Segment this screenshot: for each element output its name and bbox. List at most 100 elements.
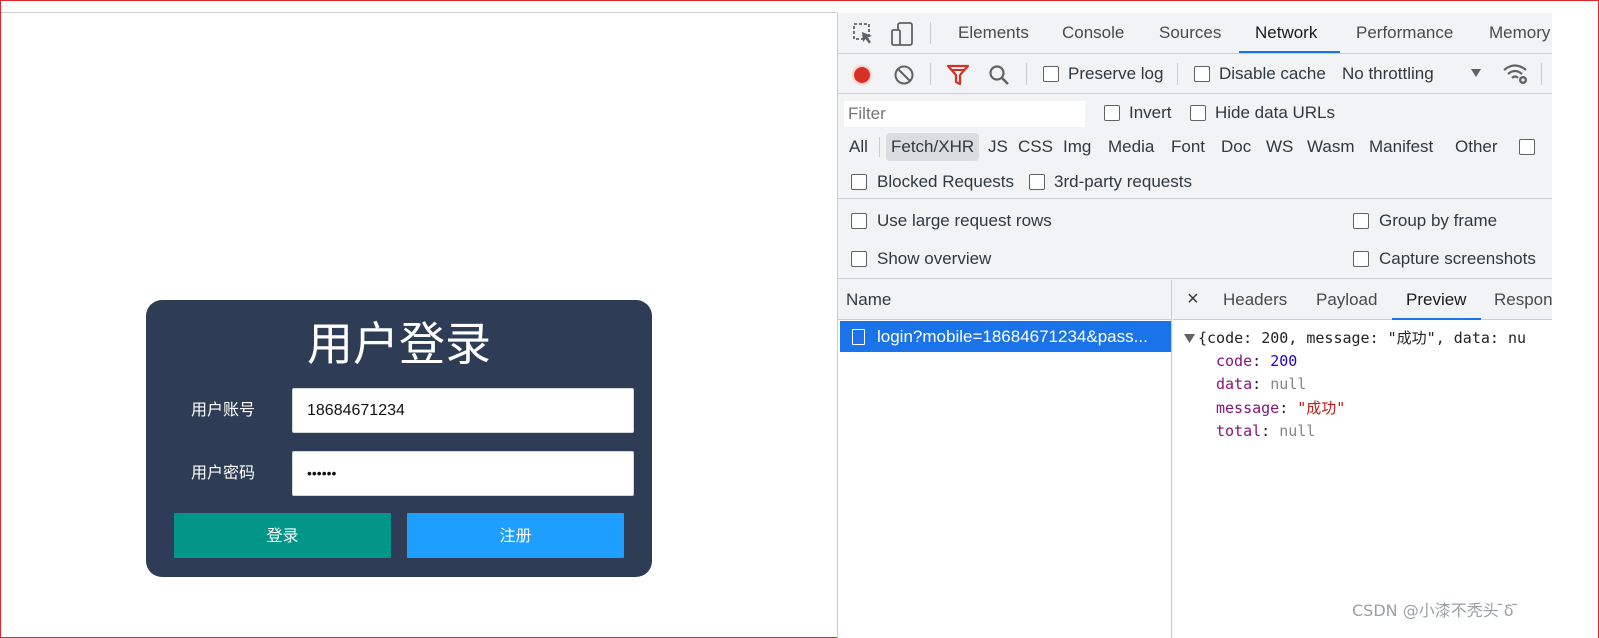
throttling-select[interactable]: No throttling — [1342, 64, 1434, 84]
json-field-data: data: null — [1216, 375, 1307, 393]
type-js[interactable]: JS — [988, 133, 1008, 161]
tab-performance[interactable]: Performance — [1356, 13, 1453, 53]
detail-active-tab-indicator — [1392, 318, 1481, 320]
network-settings: Use large request rows Group by frame Sh… — [838, 200, 1552, 279]
json-key: message — [1216, 399, 1280, 417]
type-all[interactable]: All — [849, 133, 868, 161]
type-font[interactable]: Font — [1171, 133, 1205, 161]
clear-icon[interactable] — [893, 64, 915, 86]
json-key: data — [1216, 375, 1253, 393]
document-icon — [852, 329, 865, 345]
type-fetch-xhr[interactable]: Fetch/XHR — [886, 133, 980, 161]
json-key: code — [1216, 352, 1253, 370]
tabbar-separator — [930, 22, 931, 44]
network-toolbar: Preserve log Disable cache No throttling — [838, 54, 1552, 94]
type-wasm[interactable]: Wasm — [1307, 133, 1355, 161]
group-by-frame-checkbox[interactable] — [1353, 213, 1369, 229]
toolbar-separator-2 — [1026, 63, 1027, 85]
preserve-log-checkbox[interactable] — [1043, 66, 1059, 82]
filter-input[interactable] — [844, 101, 1085, 127]
tab-network[interactable]: Network — [1255, 13, 1317, 53]
capture-screenshots-label: Capture screenshots — [1379, 249, 1536, 268]
detail-tab-payload[interactable]: Payload — [1316, 280, 1377, 320]
type-css[interactable]: CSS — [1018, 133, 1053, 161]
type-other[interactable]: Other — [1455, 133, 1498, 161]
login-card: 用户登录 用户账号 18684671234 用户密码 •••••• 登录 注册 — [146, 300, 652, 577]
json-field-code: code: 200 — [1216, 352, 1298, 370]
network-conditions-icon[interactable] — [1502, 62, 1530, 86]
json-field-message: message: "成功" — [1216, 399, 1346, 417]
type-separator — [879, 137, 880, 157]
request-name: login?mobile=18684671234&pass... — [877, 327, 1148, 346]
filter-row: Invert Hide data URLs — [838, 95, 1552, 131]
name-column-header[interactable]: Name — [838, 280, 1171, 320]
json-value: null — [1270, 375, 1307, 393]
detail-tab-headers[interactable]: Headers — [1223, 280, 1287, 320]
account-label: 用户账号 — [191, 400, 256, 419]
invert-label: Invert — [1129, 103, 1172, 122]
type-media[interactable]: Media — [1108, 133, 1154, 161]
json-field-total: total: null — [1216, 422, 1316, 440]
detail-tab-response[interactable]: Respon — [1494, 280, 1552, 320]
blocked-requests-label: Blocked Requests — [877, 172, 1015, 191]
disable-cache-label: Disable cache — [1219, 64, 1326, 83]
toolbar-separator — [930, 63, 931, 85]
invert-checkbox[interactable] — [1104, 105, 1120, 121]
has-blocked-cookies-checkbox[interactable] — [1519, 139, 1535, 155]
json-key: total — [1216, 422, 1262, 440]
inspect-element-icon[interactable] — [852, 22, 876, 46]
large-rows-checkbox[interactable] — [851, 213, 867, 229]
watermark: CSDN @小漆不秃头 ̄δ ̄ — [1352, 601, 1519, 620]
capture-screenshots-checkbox[interactable] — [1353, 251, 1369, 267]
toolbar-separator-3 — [1177, 63, 1178, 85]
close-icon[interactable]: × — [1187, 280, 1199, 318]
hide-data-urls-checkbox[interactable] — [1190, 105, 1206, 121]
request-detail: × Headers Payload Preview Respon {code: … — [1173, 280, 1552, 638]
show-overview-label: Show overview — [877, 249, 992, 268]
large-rows-label: Use large request rows — [877, 211, 1052, 230]
tab-elements[interactable]: Elements — [958, 13, 1029, 53]
type-doc[interactable]: Doc — [1221, 133, 1251, 161]
request-list: Name login?mobile=18684671234&pass... — [838, 280, 1172, 638]
page-top-divider — [1, 12, 837, 13]
password-label: 用户密码 — [191, 463, 256, 482]
active-tab-indicator — [1239, 51, 1340, 53]
detail-tabbar: × Headers Payload Preview Respon — [1173, 280, 1552, 320]
account-input[interactable]: 18684671234 — [292, 388, 634, 433]
json-value: null — [1279, 422, 1316, 440]
preserve-log-label: Preserve log — [1068, 64, 1164, 83]
detail-tab-preview[interactable]: Preview — [1406, 280, 1466, 320]
group-by-frame-label: Group by frame — [1379, 211, 1498, 230]
request-row[interactable]: login?mobile=18684671234&pass... — [840, 321, 1171, 352]
tab-sources[interactable]: Sources — [1159, 13, 1221, 53]
expand-triangle-icon[interactable] — [1184, 334, 1195, 343]
register-button[interactable]: 注册 — [407, 513, 624, 558]
login-button[interactable]: 登录 — [174, 513, 391, 558]
resource-type-filters: All Fetch/XHR JS CSS Img Media Font Doc … — [838, 131, 1552, 163]
type-manifest[interactable]: Manifest — [1369, 133, 1433, 161]
hide-data-urls-label: Hide data URLs — [1215, 103, 1336, 122]
filter-icon[interactable] — [946, 64, 970, 86]
json-summary: {code: 200, message: "成功", data: nu — [1198, 329, 1527, 347]
tab-console[interactable]: Console — [1062, 13, 1124, 53]
devtools-tabbar: Elements Console Sources Network Perform… — [838, 13, 1552, 54]
tab-memory[interactable]: Memory — [1489, 13, 1550, 53]
record-icon[interactable] — [850, 63, 874, 87]
blocked-requests-checkbox[interactable] — [851, 174, 867, 190]
chevron-down-icon[interactable] — [1470, 68, 1482, 78]
right-margin — [1552, 13, 1598, 638]
password-input[interactable]: •••••• — [292, 451, 634, 496]
show-overview-checkbox[interactable] — [851, 251, 867, 267]
type-img[interactable]: Img — [1063, 133, 1091, 161]
disable-cache-checkbox[interactable] — [1194, 66, 1210, 82]
third-party-checkbox[interactable] — [1029, 174, 1045, 190]
search-icon[interactable] — [988, 64, 1010, 86]
devtools-panel: Elements Console Sources Network Perform… — [837, 13, 1552, 638]
toolbar-separator-4 — [1541, 63, 1542, 85]
type-ws[interactable]: WS — [1266, 133, 1293, 161]
blocked-row: Blocked Requests 3rd-party requests — [838, 165, 1552, 199]
device-toolbar-icon[interactable] — [891, 21, 915, 47]
json-value: 200 — [1270, 352, 1298, 370]
json-value: "成功" — [1297, 399, 1346, 417]
login-title: 用户登录 — [307, 317, 491, 371]
